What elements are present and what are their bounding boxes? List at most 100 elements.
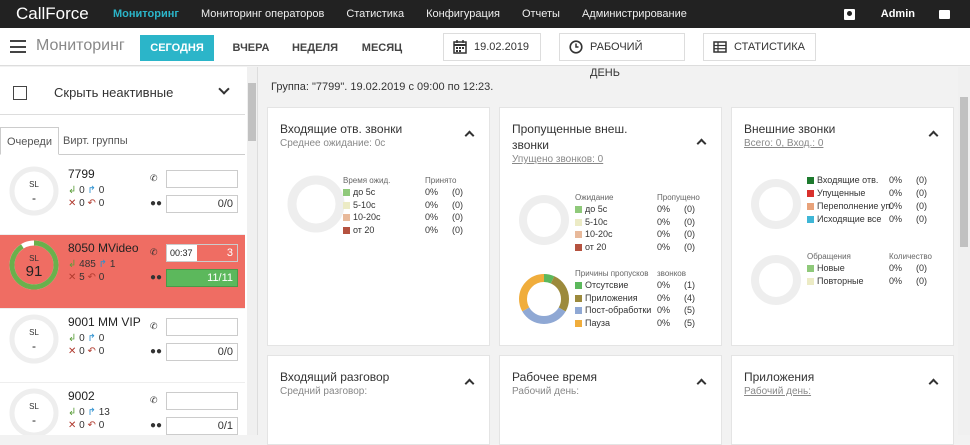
legend-label: до 5с [353,187,376,197]
callback-icon: ↶ [87,420,96,431]
legend-swatch [343,189,350,196]
range-today-button[interactable]: СЕГОДНЯ [140,35,214,61]
legend-item: Отсутсвие [575,280,628,290]
incoming-icon: ↲ [68,185,77,196]
chevron-up-icon[interactable] [464,130,475,141]
legend-count: (0) [684,229,695,239]
date-picker-button[interactable]: 19.02.2019 [443,33,541,61]
calendar-icon [453,40,467,54]
missed-count-link[interactable]: Упущено звонков: 0 [512,154,603,165]
main-scrollbar[interactable] [958,67,970,435]
col-header-count: Количество [889,252,932,261]
scroll-thumb[interactable] [960,97,968,247]
queue-item[interactable]: SL -9001 MM VIP ↲ 0 ↱ 0 ✕ 0 ↶ 0 ✆ ●● 0/0 [0,309,245,383]
chevron-up-icon[interactable] [928,130,939,141]
sl-gauge: SL - [9,314,59,364]
legend-percent: 0% [657,292,671,303]
hide-inactive-label: Скрыть неактивные [54,85,174,100]
nav-reports[interactable]: Отчеты [522,8,560,20]
legend-label: от 20 [353,224,375,235]
legend-item: от 20 [575,242,606,252]
card-subtitle[interactable]: Рабочий день: [744,386,811,397]
agents-icon: ●● [150,420,163,431]
hide-inactive-checkbox[interactable] [13,86,27,100]
queues-scrollbar[interactable] [247,67,257,435]
external-total-link[interactable]: Всего: 0, Вход.: 0 [744,138,823,149]
donut-chart [287,175,345,233]
scroll-thumb[interactable] [248,83,256,141]
waiting-box [166,170,238,188]
toolbar: Мониторинг СЕГОДНЯ ВЧЕРА НЕДЕЛЯ МЕСЯЦ 19… [0,28,970,79]
legend-label: 5-10с [585,216,608,227]
legend-item: Входящие отв. [807,175,878,185]
chevron-up-icon[interactable] [928,378,939,389]
legend-count: (0) [916,188,927,198]
nav-operator-monitoring[interactable]: Мониторинг операторов [201,8,324,20]
user-icon[interactable] [843,8,855,20]
group-title: Группа: "7799". 19.02.2019 с 09:00 по 12… [271,81,494,93]
legend-label: Приложения [585,292,638,303]
agents-count: 0/0 [217,346,233,358]
hide-inactive-row[interactable]: Скрыть неактивные [0,67,245,115]
legend-count: (4) [684,292,695,303]
chevron-down-icon[interactable] [218,83,230,95]
range-month-button[interactable]: МЕСЯЦ [350,35,414,61]
legend-item: до 5с [343,187,375,197]
tab-queues[interactable]: Очереди [0,127,59,155]
nav-statistics[interactable]: Статистика [346,8,404,20]
legend-item: Исходящие все [807,214,881,224]
outgoing-icon: ↱ [87,333,96,344]
legend-percent: 0% [889,263,903,273]
range-week-button[interactable]: НЕДЕЛЯ [284,35,346,61]
legend-count: (0) [452,224,463,235]
nav-monitoring[interactable]: Мониторинг [113,8,179,20]
incoming-count: 0 [79,407,85,418]
legend-item: Переполнение уп. [807,201,893,211]
legend-swatch [575,218,582,226]
sl-label: SL [29,402,39,411]
nav-administration[interactable]: Администрирование [582,8,687,20]
app-logo[interactable]: CallForce [0,4,113,24]
menu-icon[interactable] [10,40,26,53]
sl-label: SL [29,180,39,189]
queue-stats: ↲ 0 ↱ 0 ✕ 0 ↶ 0 [68,332,104,358]
range-yesterday-button[interactable]: ВЧЕРА [218,35,284,61]
chevron-up-icon[interactable] [696,378,707,389]
nav-configuration[interactable]: Конфигурация [426,8,500,20]
legend-label: от 20 [585,241,607,252]
legend-item: Повторные [807,276,864,286]
incoming-icon: ↲ [68,407,77,418]
legend-percent: 0% [657,229,671,239]
sl-gauge: SL91 [9,240,59,290]
legend-item: Пост-обработки [575,305,651,315]
queue-name: 9001 MM VIP [68,315,141,329]
agents-count: 0/1 [217,420,233,432]
legend-count: (0) [684,216,695,227]
outgoing-count: 13 [98,407,110,418]
col-header-wait: Ожидание [575,193,614,202]
legend-percent: 0% [425,212,439,222]
sl-value: - [32,413,36,427]
outgoing-count: 0 [98,333,105,344]
queue-item[interactable]: SL - 9002 ↲ 0 ↱ 13 ✕ 0 ↶ 0 ✆ ●● 0/1 [0,383,245,435]
chat-icon[interactable] [939,9,950,19]
tab-virtual-groups[interactable]: Вирт. группы [57,127,134,155]
agents-count: 11/11 [207,272,233,284]
workday-button[interactable]: РАБОЧИЙ ДЕНЬ [559,33,685,79]
queue-item[interactable]: SL 91 8050 MVideo ↲ 485 ↱ 1 ✕ 5 ↶ 0 ✆ 00:37 3 ●●… [0,235,245,309]
legend-swatch [575,307,582,314]
statistics-button[interactable]: СТАТИСТИКА [703,33,816,61]
queue-stats: ↲ 485 ↱ 1 ✕ 5 ↶ 0 [68,258,115,284]
card-incoming-calls: Входящие отв. звонки Среднее ожидание: 0… [267,107,490,346]
sl-label: SL [29,254,39,263]
chevron-up-icon[interactable] [464,378,475,389]
agents-box: 11/11 [166,269,238,287]
legend-percent: 0% [425,187,439,197]
chevron-up-icon[interactable] [696,138,707,149]
user-name[interactable]: Admin [881,8,915,20]
legend-item: 10-20с [343,212,381,222]
sl-label: SL [29,328,39,337]
legend-count: (0) [916,263,927,273]
phone-icon: ✆ [150,247,158,257]
queue-item[interactable]: SL -7799 ↲ 0 ↱ 0 ✕ 0 ↶ 0 ✆ ●● 0/0 [0,161,245,235]
